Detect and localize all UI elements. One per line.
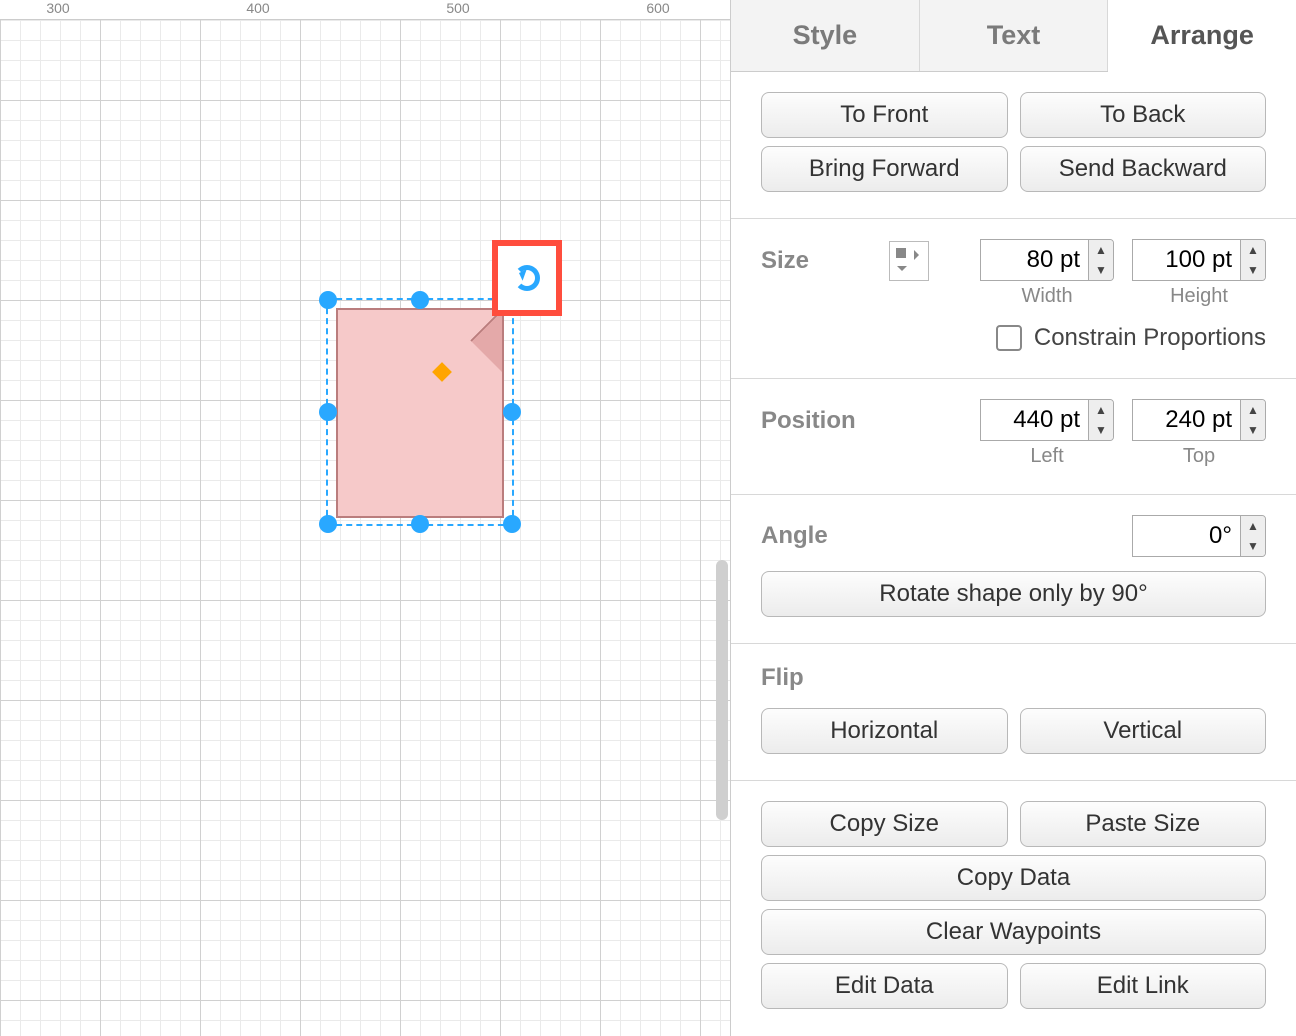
- resize-handle-nw[interactable]: [319, 291, 337, 309]
- height-sublabel: Height: [1170, 285, 1228, 308]
- rotate-handle-highlight: [492, 240, 562, 316]
- canvas-scrollbar[interactable]: [716, 560, 728, 820]
- resize-handle-s[interactable]: [411, 515, 429, 533]
- ruler-tick: 500: [446, 0, 469, 16]
- paste-size-button[interactable]: Paste Size: [1020, 801, 1267, 847]
- height-input[interactable]: [1132, 239, 1240, 281]
- height-stepper[interactable]: ▲▼: [1240, 239, 1266, 281]
- copy-size-button[interactable]: Copy Size: [761, 801, 1008, 847]
- ruler-tick: 400: [246, 0, 269, 16]
- section-flip: Flip Horizontal Vertical: [731, 644, 1296, 781]
- resize-handle-e[interactable]: [503, 403, 521, 421]
- selection-bounding-box: [326, 298, 514, 526]
- panel-tabs: Style Text Arrange: [731, 0, 1296, 72]
- tab-style[interactable]: Style: [731, 0, 920, 71]
- edit-link-button[interactable]: Edit Link: [1020, 963, 1267, 1009]
- angle-label: Angle: [761, 522, 871, 550]
- format-panel: Style Text Arrange To Front To Back Brin…: [730, 0, 1296, 1036]
- ruler-tick: 600: [646, 0, 669, 16]
- top-sublabel: Top: [1183, 445, 1215, 468]
- bring-forward-button[interactable]: Bring Forward: [761, 146, 1008, 192]
- section-angle: Angle ▲▼ Rotate shape only by 90°: [731, 495, 1296, 644]
- section-actions: Copy Size Paste Size Copy Data Clear Way…: [731, 781, 1296, 1035]
- send-backward-button[interactable]: Send Backward: [1020, 146, 1267, 192]
- resize-handle-w[interactable]: [319, 403, 337, 421]
- section-order: To Front To Back Bring Forward Send Back…: [731, 72, 1296, 219]
- tab-arrange[interactable]: Arrange: [1108, 0, 1296, 72]
- flip-horizontal-button[interactable]: Horizontal: [761, 708, 1008, 754]
- drawing-canvas[interactable]: 300 400 500 600: [0, 0, 730, 1036]
- constrain-proportions-label: Constrain Proportions: [1034, 324, 1266, 352]
- angle-input[interactable]: [1132, 515, 1240, 557]
- angle-stepper[interactable]: ▲▼: [1240, 515, 1266, 557]
- top-stepper[interactable]: ▲▼: [1240, 399, 1266, 441]
- section-size: Size ▲▼ Width ▲▼ Height Constrain Propor…: [731, 219, 1296, 379]
- flip-vertical-button[interactable]: Vertical: [1020, 708, 1267, 754]
- flip-label: Flip: [761, 664, 1266, 692]
- tab-text[interactable]: Text: [920, 0, 1109, 71]
- edit-data-button[interactable]: Edit Data: [761, 963, 1008, 1009]
- width-stepper[interactable]: ▲▼: [1088, 239, 1114, 281]
- left-sublabel: Left: [1030, 445, 1063, 468]
- copy-data-button[interactable]: Copy Data: [761, 855, 1266, 901]
- top-input[interactable]: [1132, 399, 1240, 441]
- resize-handle-n[interactable]: [411, 291, 429, 309]
- width-input[interactable]: [980, 239, 1088, 281]
- shape-control-diamond[interactable]: [432, 362, 452, 382]
- rotate-90-button[interactable]: Rotate shape only by 90°: [761, 571, 1266, 617]
- left-stepper[interactable]: ▲▼: [1088, 399, 1114, 441]
- autosize-icon[interactable]: [889, 241, 929, 281]
- size-label: Size: [761, 239, 871, 275]
- resize-handle-sw[interactable]: [319, 515, 337, 533]
- ruler-tick: 300: [46, 0, 69, 16]
- rotate-icon[interactable]: [514, 265, 540, 291]
- left-input[interactable]: [980, 399, 1088, 441]
- resize-handle-se[interactable]: [503, 515, 521, 533]
- horizontal-ruler: 300 400 500 600: [0, 0, 730, 20]
- clear-waypoints-button[interactable]: Clear Waypoints: [761, 909, 1266, 955]
- to-front-button[interactable]: To Front: [761, 92, 1008, 138]
- section-position: Position ▲▼ Left ▲▼ Top: [731, 379, 1296, 495]
- width-sublabel: Width: [1021, 285, 1072, 308]
- to-back-button[interactable]: To Back: [1020, 92, 1267, 138]
- constrain-proportions-checkbox[interactable]: [996, 325, 1022, 351]
- position-label: Position: [761, 399, 871, 435]
